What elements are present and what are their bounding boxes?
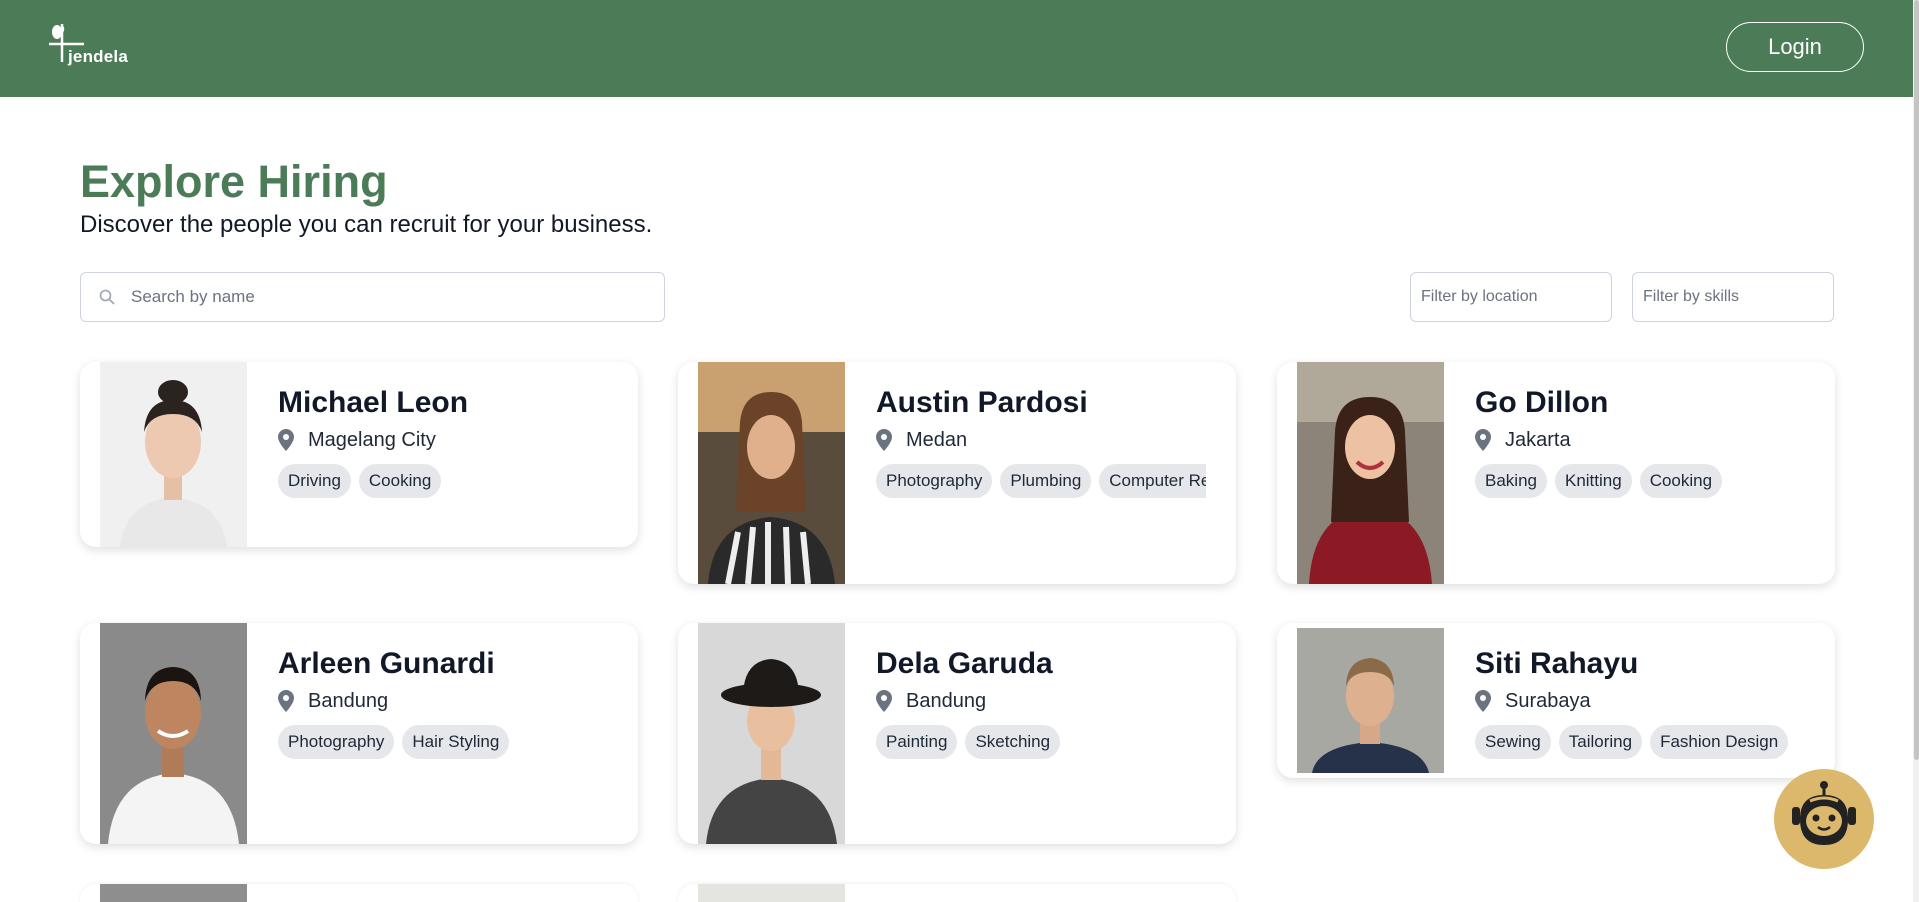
search-icon	[99, 289, 115, 305]
candidate-card[interactable]	[80, 884, 638, 902]
skill-chip[interactable]: Knitting	[1554, 464, 1632, 498]
scrollbar-thumb[interactable]	[1914, 0, 1919, 760]
chatbot-button[interactable]	[1774, 769, 1874, 869]
top-navbar: jendela Login	[0, 0, 1919, 97]
login-button[interactable]: Login	[1726, 22, 1864, 72]
candidate-location: Magelang City	[278, 428, 436, 452]
candidate-name: Austin Pardosi	[876, 386, 1088, 419]
candidate-location: Surabaya	[1475, 689, 1591, 713]
candidate-name: Dela Garuda	[876, 647, 1053, 680]
filter-location-input[interactable]	[1411, 273, 1611, 321]
candidate-card[interactable]: Michael Leon Magelang City Driving Cookin…	[80, 362, 638, 547]
skill-chip[interactable]: Painting	[876, 725, 958, 759]
candidate-card[interactable]: Austin Pardosi Medan Photography Plumbing…	[678, 362, 1236, 584]
skill-chip[interactable]: Sewing	[1475, 725, 1551, 759]
map-pin-icon	[1475, 690, 1491, 712]
skill-chip[interactable]: Tailoring	[1558, 725, 1643, 759]
search-input[interactable]	[131, 273, 651, 321]
candidate-photo	[100, 362, 247, 547]
candidate-photo	[1297, 362, 1444, 584]
candidate-photo	[698, 362, 845, 584]
skills-list: PhotographyPlumbingComputer Repair	[876, 464, 1206, 500]
skill-chip[interactable]: Driving	[278, 464, 351, 498]
candidate-location: Bandung	[876, 689, 986, 713]
robot-icon	[1792, 781, 1856, 845]
candidate-name: Siti Rahayu	[1475, 647, 1639, 680]
skill-chip[interactable]: Hair Styling	[402, 725, 510, 759]
skill-chip[interactable]: Cooking	[1639, 464, 1723, 498]
candidate-location: Jakarta	[1475, 428, 1571, 452]
candidate-photo	[1297, 628, 1444, 773]
map-pin-icon	[278, 429, 294, 451]
filter-skills-input[interactable]	[1633, 273, 1833, 321]
skills-list: Driving Cooking	[278, 464, 608, 500]
map-pin-icon	[1475, 429, 1491, 451]
candidate-card[interactable]: Arleen Gunardi Bandung Photography Hair S…	[80, 623, 638, 844]
candidate-card[interactable]: Siti Rahayu Surabaya Sewing Tailoring Fash…	[1277, 623, 1835, 778]
candidate-photo	[100, 884, 247, 902]
skills-list: Painting Sketching	[876, 725, 1206, 761]
location-text: Surabaya	[1505, 689, 1591, 712]
filter-skills-box	[1632, 272, 1834, 322]
candidate-photo	[698, 884, 845, 902]
map-pin-icon	[876, 429, 892, 451]
candidate-name: Michael Leon	[278, 386, 469, 419]
location-text: Medan	[906, 428, 968, 451]
candidate-photo	[698, 623, 845, 844]
candidate-location: Bandung	[278, 689, 388, 713]
skill-chip[interactable]: Baking	[1475, 464, 1547, 498]
skill-chip[interactable]: Plumbing	[1000, 464, 1092, 498]
candidate-card[interactable]: Dela Garuda Bandung Painting Sketching	[678, 623, 1236, 844]
skills-list: Photography Hair Styling	[278, 725, 608, 761]
filter-location-box	[1410, 272, 1612, 322]
candidate-name: Go Dillon	[1475, 386, 1609, 419]
skills-list: Sewing Tailoring Fashion Design	[1475, 725, 1815, 761]
logo-text: jendela	[68, 47, 128, 66]
skill-chip[interactable]: Fashion Design	[1650, 725, 1789, 759]
candidate-card[interactable]: Go Dillon Jakarta Baking Knitting Cooking	[1277, 362, 1835, 584]
skill-chip[interactable]: Photography	[876, 464, 993, 498]
location-text: Bandung	[308, 689, 389, 712]
search-box	[80, 272, 665, 322]
skill-chip[interactable]: Photography	[278, 725, 395, 759]
candidate-card[interactable]	[678, 884, 1236, 902]
page-title: Explore Hiring	[80, 156, 388, 207]
page-subtitle: Discover the people you can recruit for …	[80, 211, 653, 238]
candidate-name: Arleen Gunardi	[278, 647, 495, 680]
skill-chip[interactable]: Sketching	[965, 725, 1061, 759]
location-text: Magelang City	[308, 428, 436, 451]
candidate-photo	[100, 623, 247, 844]
jendela-logo[interactable]: jendela	[48, 22, 138, 72]
map-pin-icon	[876, 690, 892, 712]
candidate-location: Medan	[876, 428, 967, 452]
skills-list: Baking Knitting Cooking	[1475, 464, 1805, 500]
location-text: Bandung	[906, 689, 987, 712]
skill-chip[interactable]: Cooking	[358, 464, 442, 498]
map-pin-icon	[278, 690, 294, 712]
skill-chip[interactable]: Computer Repair	[1099, 464, 1206, 498]
location-text: Jakarta	[1505, 428, 1571, 451]
